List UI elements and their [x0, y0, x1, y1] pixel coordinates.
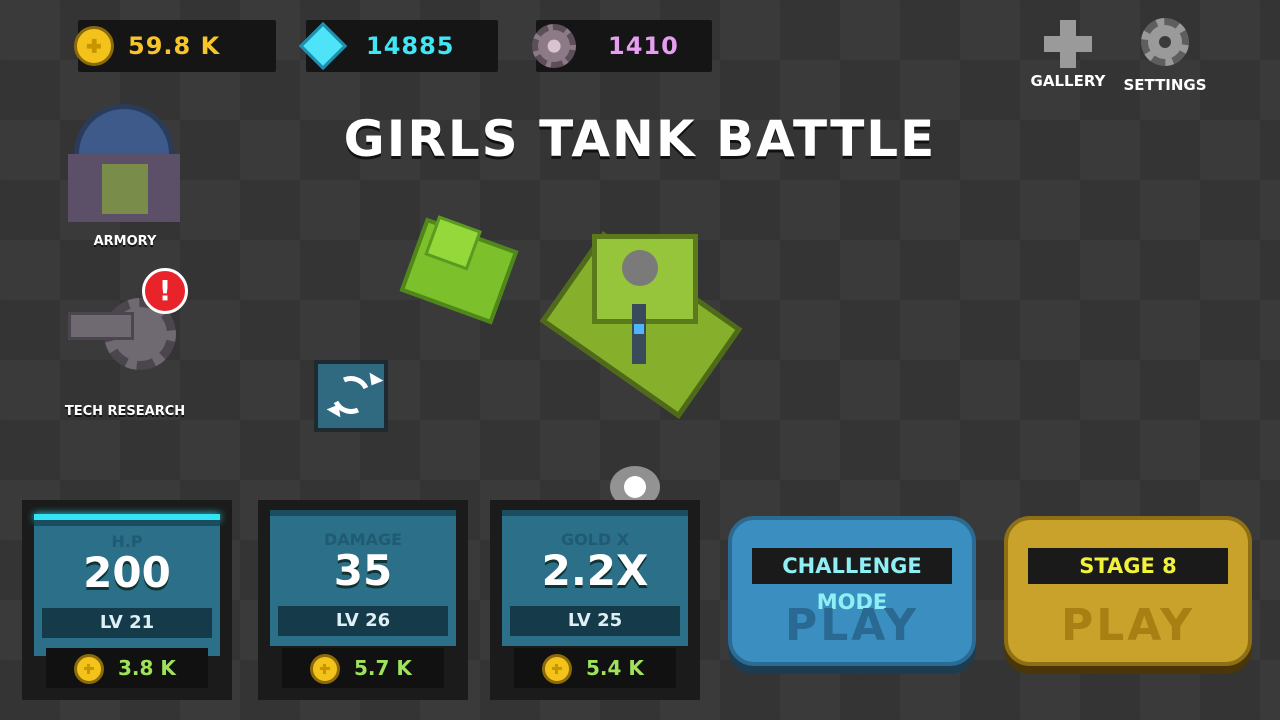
- gold-panel: GOLD X 2.2X LV 25: [502, 510, 688, 646]
- gold-multiplier-value: 2.2X: [541, 546, 649, 595]
- main-tank: [539, 214, 743, 419]
- gear-parts-icon: [532, 24, 576, 68]
- wrench-icon: [68, 312, 134, 340]
- small-tank: [399, 212, 519, 325]
- challenge-caption: CHALLENGE MODE: [752, 548, 952, 614]
- damage-panel: DAMAGE 35 LV 26: [270, 510, 456, 646]
- gold-level: LV 25: [510, 606, 680, 636]
- stage-caption: STAGE 8: [1028, 548, 1228, 584]
- hp-value: 200: [83, 548, 171, 597]
- gallery-button[interactable]: GALLERY: [1018, 16, 1118, 96]
- damage-cost-value: 5.7 K: [354, 656, 412, 680]
- armory-label: ARMORY: [93, 234, 157, 249]
- parts-value: 1410: [608, 32, 679, 60]
- hp-cost[interactable]: 3.8 K: [46, 648, 208, 688]
- hp-level: LV 21: [42, 608, 212, 638]
- gold-cost[interactable]: 5.4 K: [514, 648, 676, 688]
- challenge-mode-button[interactable]: CHALLENGE MODE PLAY: [728, 516, 976, 666]
- damage-value: 35: [333, 546, 393, 595]
- damage-cost[interactable]: 5.7 K: [282, 648, 444, 688]
- hp-panel: H.P 200 LV 21: [34, 520, 220, 656]
- armory-button[interactable]: ARMORY: [50, 100, 200, 255]
- gold-upgrade-card[interactable]: GOLD X 2.2X LV 25 5.4 K: [490, 500, 700, 700]
- alert-badge: !: [142, 268, 188, 314]
- gold-counter: 59.8 K: [74, 20, 276, 72]
- gold-coin-icon: [74, 654, 104, 684]
- gold-value: 59.8 K: [128, 32, 221, 60]
- stage-play-text: PLAY: [1061, 600, 1195, 651]
- gem-value: 14885: [366, 32, 455, 60]
- damage-upgrade-card[interactable]: DAMAGE 35 LV 26 5.7 K: [258, 500, 468, 700]
- settings-button[interactable]: SETTINGS: [1115, 16, 1215, 96]
- armory-icon: [68, 104, 180, 222]
- parts-counter: 1410: [532, 20, 712, 72]
- tech-research-button[interactable]: ! TECH RESEARCH: [50, 268, 200, 428]
- damage-level: LV 26: [278, 606, 448, 636]
- settings-label: SETTINGS: [1123, 76, 1207, 94]
- hp-upgrade-card[interactable]: H.P 200 LV 21 3.8 K: [22, 500, 232, 700]
- gold-cost-value: 5.4 K: [586, 656, 644, 680]
- tech-research-label: TECH RESEARCH: [64, 404, 186, 419]
- gold-coin-icon: [542, 654, 572, 684]
- gear-icon: [1141, 18, 1189, 66]
- hp-cost-value: 3.8 K: [118, 656, 176, 680]
- plus-icon: [1044, 20, 1092, 68]
- challenge-play-text: PLAY: [785, 600, 919, 651]
- gallery-label: GALLERY: [1030, 72, 1106, 90]
- stage-play-button[interactable]: STAGE 8 PLAY: [1004, 516, 1252, 666]
- gem-counter: 14885: [298, 20, 498, 72]
- gem-icon: [298, 21, 348, 71]
- gold-coin-icon: [310, 654, 340, 684]
- alert-icon: !: [158, 274, 172, 307]
- swap-tank-button[interactable]: [314, 360, 388, 432]
- gold-coin-icon: [74, 26, 114, 66]
